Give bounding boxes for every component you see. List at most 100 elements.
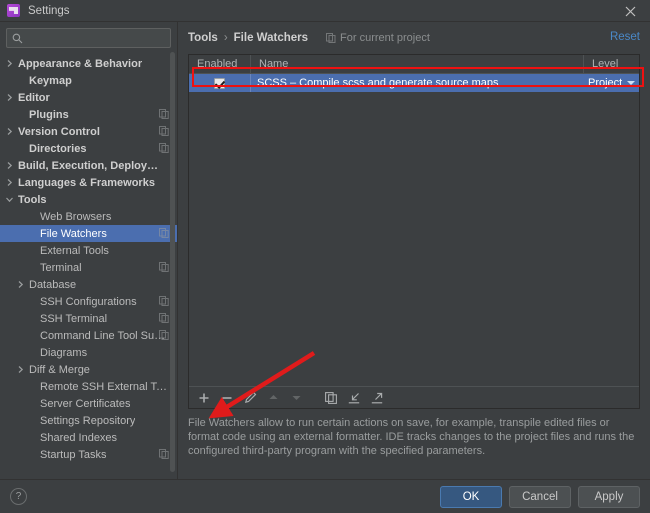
column-header-level[interactable]: Level	[584, 55, 639, 73]
column-header-name[interactable]: Name	[251, 55, 584, 73]
title-bar: Settings	[0, 0, 650, 22]
export-icon[interactable]	[370, 391, 384, 405]
sidebar-item-terminal[interactable]: Terminal	[0, 259, 177, 276]
chevron-right-icon[interactable]	[4, 126, 15, 137]
reset-link[interactable]: Reset	[610, 31, 640, 43]
sidebar-item-ssh-terminal[interactable]: SSH Terminal	[0, 310, 177, 327]
ok-button[interactable]: OK	[440, 485, 502, 508]
chevron-right-icon[interactable]	[15, 364, 26, 375]
sidebar-item-label: Languages & Frameworks	[18, 176, 155, 189]
sidebar-item-settings-repository[interactable]: Settings Repository	[0, 412, 177, 429]
sidebar-item-label: Startup Tasks	[40, 448, 107, 461]
sidebar-item-label: Plugins	[29, 108, 69, 121]
column-header-enabled[interactable]: Enabled	[189, 55, 251, 73]
breadcrumb: Tools › File Watchers For current projec…	[188, 28, 640, 48]
sidebar-item-diagrams[interactable]: Diagrams	[0, 344, 177, 361]
sidebar-item-web-browsers[interactable]: Web Browsers	[0, 208, 177, 225]
close-icon[interactable]	[610, 0, 650, 22]
sidebar-scrollbar[interactable]	[170, 52, 175, 472]
sidebar-item-startup-tasks[interactable]: Startup Tasks	[0, 446, 177, 463]
row-name-cell[interactable]: SCSS – Compile scss and generate source …	[251, 74, 584, 92]
sidebar-item-label: Diff & Merge	[29, 363, 90, 376]
enabled-checkbox[interactable]	[214, 77, 225, 89]
project-settings-icon	[159, 330, 169, 340]
table-header-row: Enabled Name Level	[189, 55, 639, 74]
chevron-right-icon[interactable]	[4, 58, 15, 69]
project-settings-icon	[159, 313, 169, 323]
chevron-right-icon[interactable]	[4, 177, 15, 188]
sidebar-item-version-control[interactable]: Version Control	[0, 123, 177, 140]
project-settings-icon	[159, 228, 169, 238]
sidebar-item-label: Tools	[18, 193, 47, 206]
settings-sidebar: Appearance & Behavior Keymap Editor Plugins…	[0, 22, 178, 479]
breadcrumb-root[interactable]: Tools	[188, 32, 218, 44]
table-row[interactable]: SCSS – Compile scss and generate source …	[189, 74, 639, 92]
sidebar-item-label: Server Certificates	[40, 397, 131, 410]
edit-icon[interactable]	[243, 391, 257, 405]
search-box[interactable]	[6, 28, 171, 48]
sidebar-item-shared-indexes[interactable]: Shared Indexes	[0, 429, 177, 446]
chevron-right-icon[interactable]	[4, 92, 15, 103]
sidebar-item-directories[interactable]: Directories	[0, 140, 177, 157]
settings-tree[interactable]: Appearance & Behavior Keymap Editor Plugins…	[0, 52, 177, 479]
sidebar-item-label: Command Line Tool Support	[40, 329, 167, 342]
row-enabled-cell[interactable]	[189, 74, 251, 92]
sidebar-item-label: Database	[29, 278, 77, 291]
sidebar-item-server-certificates[interactable]: Server Certificates	[0, 395, 177, 412]
search-icon	[12, 33, 23, 44]
chevron-right-icon[interactable]	[15, 279, 26, 290]
row-level-cell[interactable]: Project	[584, 74, 639, 92]
search-input[interactable]	[26, 30, 168, 46]
sidebar-item-appearance-behavior[interactable]: Appearance & Behavior	[0, 55, 177, 72]
help-button[interactable]: ?	[10, 488, 27, 505]
sidebar-item-remote-ssh-external-tools[interactable]: Remote SSH External Tools	[0, 378, 177, 395]
sidebar-item-languages-frameworks[interactable]: Languages & Frameworks	[0, 174, 177, 191]
sidebar-item-tools[interactable]: Tools	[0, 191, 177, 208]
project-settings-icon	[159, 109, 169, 119]
sidebar-item-ssh-configurations[interactable]: SSH Configurations	[0, 293, 177, 310]
panel-description: File Watchers allow to run certain actio…	[188, 417, 635, 457]
sidebar-item-command-line-tool-support[interactable]: Command Line Tool Support	[0, 327, 177, 344]
chevron-down-icon[interactable]	[4, 194, 15, 205]
sidebar-item-label: Editor	[18, 91, 50, 104]
sidebar-item-external-tools[interactable]: External Tools	[0, 242, 177, 259]
dialog-body: Appearance & Behavior Keymap Editor Plugins…	[0, 22, 650, 479]
apply-button[interactable]: Apply	[578, 485, 640, 508]
copy-icon[interactable]	[324, 391, 338, 405]
watchers-table: Enabled Name Level SCSS – Compile scss a…	[188, 54, 640, 409]
project-settings-icon	[159, 449, 169, 459]
sidebar-item-database[interactable]: Database	[0, 276, 177, 293]
sidebar-item-editor[interactable]: Editor	[0, 89, 177, 106]
sidebar-item-keymap[interactable]: Keymap	[0, 72, 177, 89]
sidebar-item-build-execution-deployment[interactable]: Build, Execution, Deployment	[0, 157, 177, 174]
chevron-right-icon[interactable]	[4, 160, 15, 171]
table-body[interactable]: SCSS – Compile scss and generate source …	[189, 74, 639, 386]
sidebar-item-label: Remote SSH External Tools	[40, 380, 167, 393]
chevron-down-icon[interactable]	[627, 81, 635, 85]
sidebar-item-label: Settings Repository	[40, 414, 136, 427]
sidebar-item-label: Appearance & Behavior	[18, 57, 143, 70]
project-settings-icon	[159, 296, 169, 306]
footer-buttons: OK Cancel Apply	[440, 485, 640, 508]
remove-icon[interactable]	[220, 391, 234, 405]
scope-indicator[interactable]: For current project	[326, 32, 430, 44]
sidebar-item-plugins[interactable]: Plugins	[0, 106, 177, 123]
sidebar-item-file-watchers[interactable]: File Watchers	[0, 225, 177, 242]
level-value: Project	[588, 77, 623, 89]
sidebar-item-label: Diagrams	[40, 346, 88, 359]
add-icon[interactable]	[197, 391, 211, 405]
import-icon[interactable]	[347, 391, 361, 405]
cancel-button[interactable]: Cancel	[509, 485, 571, 508]
sidebar-item-diff-merge[interactable]: Diff & Merge	[0, 361, 177, 378]
